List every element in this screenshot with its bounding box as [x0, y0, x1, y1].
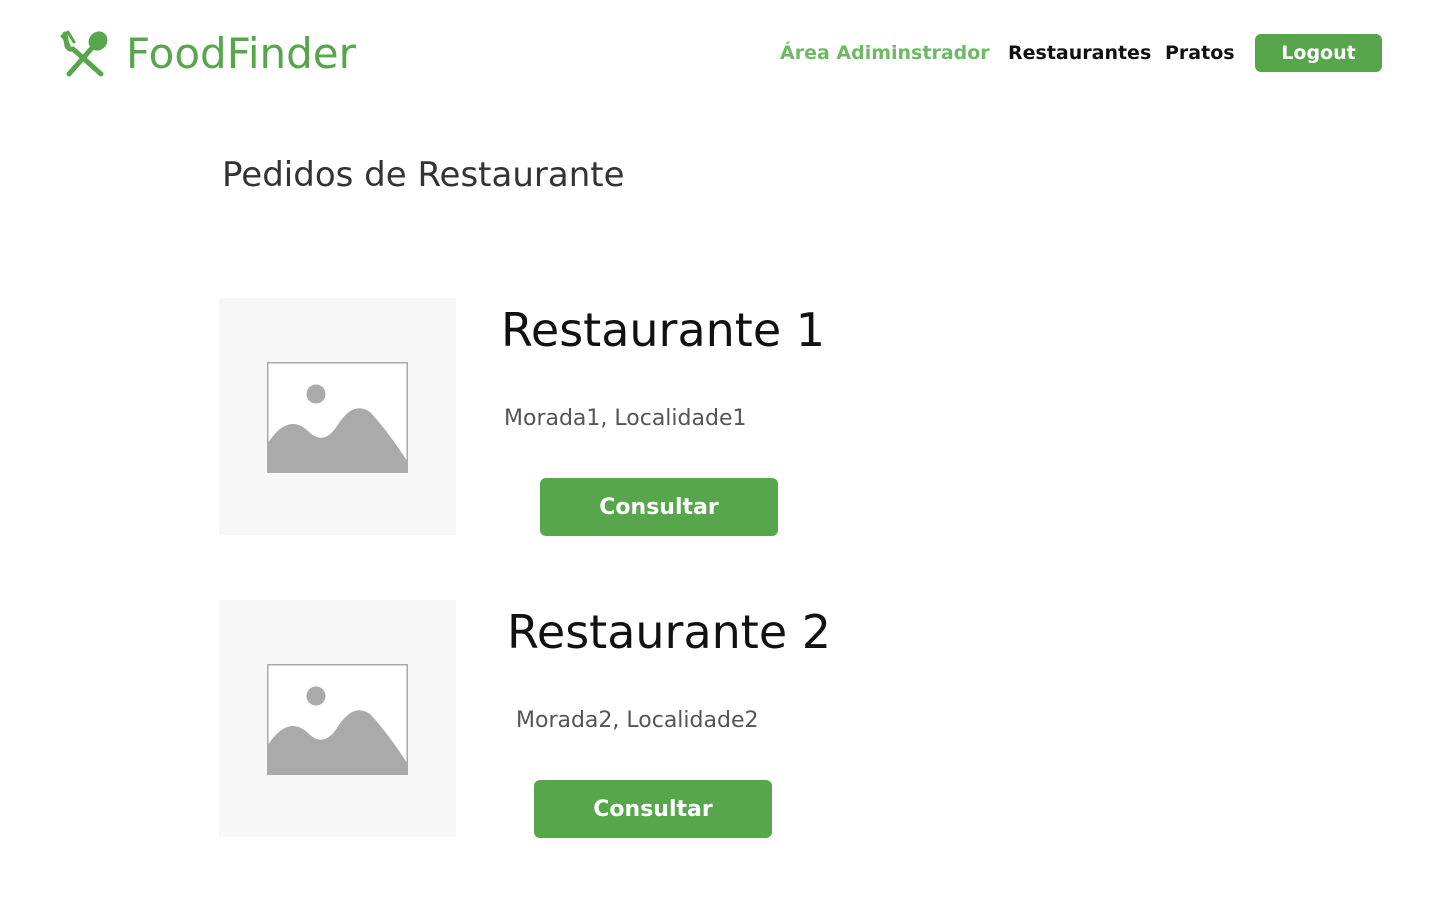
page-title: Pedidos de Restaurante	[222, 155, 625, 195]
consult-button[interactable]: Consultar	[540, 478, 778, 536]
consult-button[interactable]: Consultar	[534, 780, 772, 838]
brand-name: FoodFinder	[126, 29, 356, 78]
restaurant-image	[219, 298, 456, 535]
nav-admin-area[interactable]: Área Adiminstrador	[780, 34, 990, 72]
nav-dishes[interactable]: Pratos	[1165, 34, 1235, 72]
restaurant-name: Restaurante 2	[507, 605, 832, 659]
restaurant-card: Restaurante 1 Morada1, Localidade1 Consu…	[219, 298, 919, 538]
fork-spoon-icon	[60, 30, 108, 77]
logout-button[interactable]: Logout	[1255, 34, 1382, 72]
restaurant-name: Restaurante 1	[501, 303, 826, 357]
brand-logo-link[interactable]: FoodFinder	[60, 30, 356, 78]
restaurant-card: Restaurante 2 Morada2, Localidade2 Consu…	[219, 600, 919, 840]
image-placeholder-icon	[267, 362, 408, 473]
image-placeholder-icon	[267, 664, 408, 775]
restaurant-image	[219, 600, 456, 837]
restaurant-address: Morada2, Localidade2	[516, 708, 759, 733]
nav-restaurants[interactable]: Restaurantes	[1008, 34, 1151, 72]
top-header: FoodFinder Área Adiminstrador Restaurant…	[0, 0, 1440, 110]
restaurant-address: Morada1, Localidade1	[504, 406, 747, 431]
